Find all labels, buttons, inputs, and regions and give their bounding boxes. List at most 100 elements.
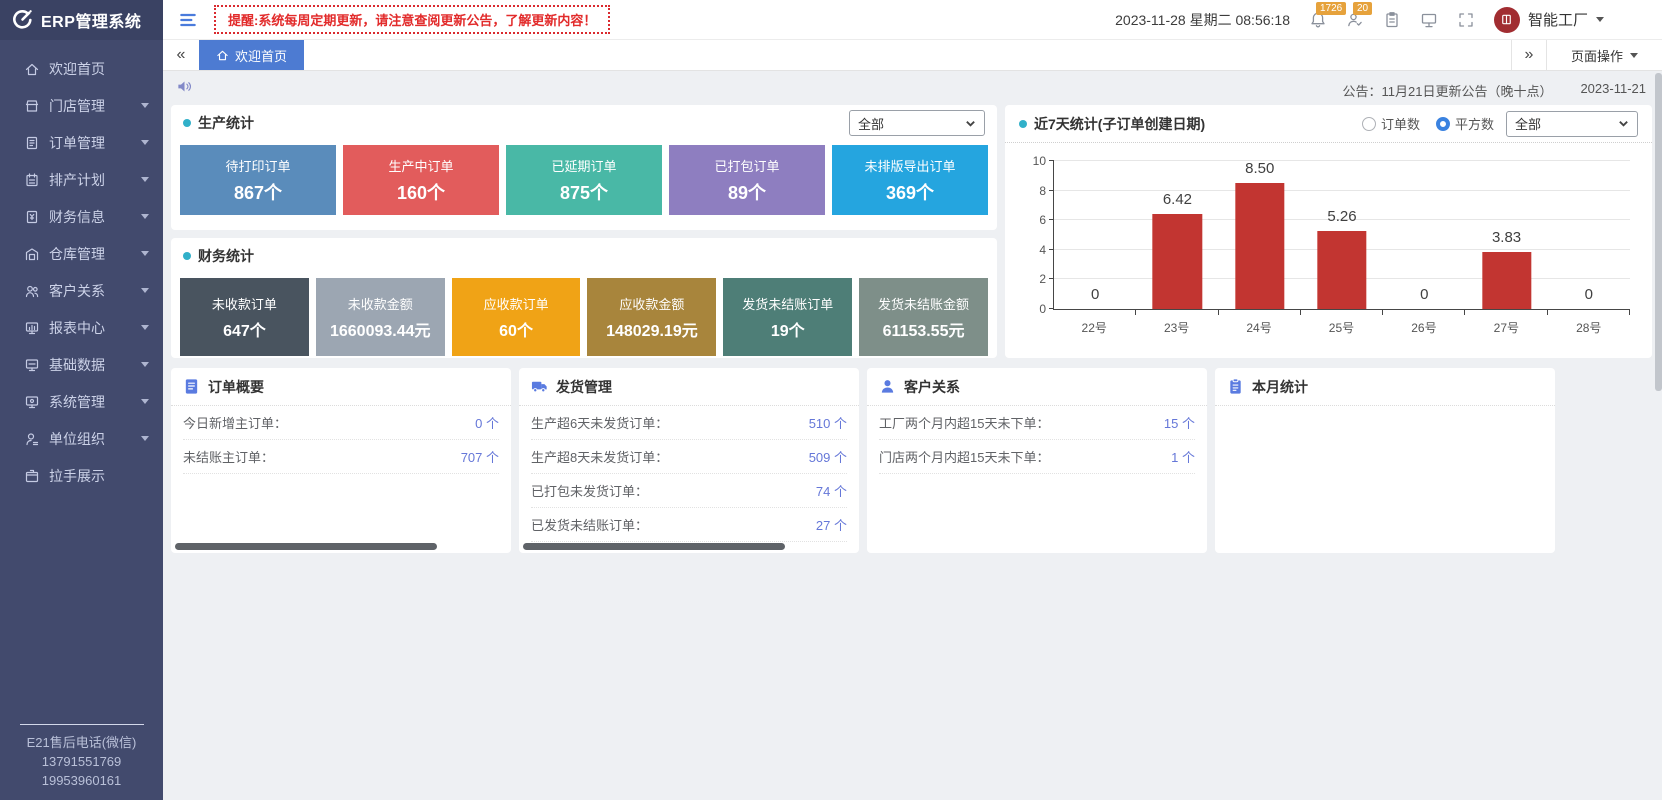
monitor-gear-icon — [24, 394, 40, 410]
sidebar-item-plan[interactable]: 排产计划 — [0, 161, 163, 198]
sidebar-item-label: 排产计划 — [49, 170, 141, 190]
menu-collapse-icon[interactable] — [178, 10, 198, 30]
x-axis-label: 24号 — [1218, 319, 1300, 336]
announcement-date: 2023-11-21 — [1580, 81, 1646, 100]
account-menu[interactable]: 智能工厂 — [1494, 7, 1604, 33]
summary-row-value-link[interactable]: 510 个 — [809, 413, 847, 432]
sidebar-item-customer[interactable]: 客户关系 — [0, 272, 163, 309]
monitor-icon[interactable] — [1420, 11, 1438, 29]
speaker-icon[interactable] — [176, 78, 193, 95]
stat-card-value: 369个 — [886, 179, 934, 205]
sidebar-item-data[interactable]: 基础数据 — [0, 346, 163, 383]
sidebar-item-label: 财务信息 — [49, 207, 141, 227]
chevron-down-icon — [1596, 17, 1604, 22]
finance-stat-card[interactable]: 未收款订单647个 — [180, 278, 309, 356]
avatar — [1494, 7, 1520, 33]
chart-bar-slot: 8.50 — [1219, 161, 1301, 309]
stat-card-label: 已打包订单 — [714, 156, 779, 175]
system-notice[interactable]: 提醒:系统每周定期更新，请注意查阅更新公告，了解更新内容！ — [214, 5, 610, 34]
chevron-down-icon — [1630, 53, 1638, 58]
bell-icon[interactable]: 1726 — [1309, 11, 1327, 29]
summary-row-value-link[interactable]: 707 个 — [461, 447, 499, 466]
tab-welcome-home[interactable]: 欢迎首页 — [199, 40, 304, 70]
home-icon — [216, 49, 229, 62]
sidebar-item-order[interactable]: 订单管理 — [0, 124, 163, 161]
chart-bar — [1482, 252, 1531, 309]
horizontal-scrollbar-thumb[interactable] — [175, 543, 437, 550]
chart-filter-select[interactable]: 全部 — [1506, 111, 1638, 137]
panel-shipping: 发货管理生产超6天未发货订单：510 个生产超8天未发货订单：509 个已打包未… — [519, 368, 859, 553]
chart-bar-slot: 5.26 — [1301, 161, 1383, 309]
finance-stat-card[interactable]: 应收款订单60个 — [452, 278, 581, 356]
summary-row-value-link[interactable]: 15 个 — [1164, 413, 1195, 432]
vertical-scrollbar-thumb[interactable] — [1655, 73, 1662, 391]
production-filter-select[interactable]: 全部 — [849, 110, 985, 136]
panel-title: 订单概要 — [208, 377, 264, 397]
logo-icon — [10, 8, 34, 32]
horizontal-scrollbar-thumb[interactable] — [523, 543, 785, 550]
radio-dot-icon — [1362, 117, 1376, 131]
summary-row-value-link[interactable]: 1 个 — [1171, 447, 1195, 466]
sidebar-item-label: 基础数据 — [49, 355, 141, 375]
stat-card-label: 发货未结账订单 — [742, 294, 833, 313]
sidebar-item-warehouse[interactable]: 仓库管理 — [0, 235, 163, 272]
chevron-down-icon — [141, 140, 149, 145]
sidebar-item-finance[interactable]: 财务信息 — [0, 198, 163, 235]
sidebar-item-report[interactable]: 报表中心 — [0, 309, 163, 346]
showcase-icon — [24, 468, 40, 484]
production-stat-card[interactable]: 未排版导出订单369个 — [832, 145, 988, 215]
sidebar-item-label: 拉手展示 — [49, 466, 149, 486]
chart-bar-value: 8.50 — [1245, 160, 1274, 177]
chart-bar-slot: 0 — [1548, 161, 1630, 309]
y-axis-label: 6 — [1039, 213, 1046, 227]
summary-row-value-link[interactable]: 509 个 — [809, 447, 847, 466]
summary-row-value-link[interactable]: 27 个 — [816, 515, 847, 534]
fullscreen-icon[interactable] — [1457, 11, 1475, 29]
production-stat-card[interactable]: 生产中订单160个 — [343, 145, 499, 215]
chevron-down-icon — [141, 399, 149, 404]
tabs-scroll-right-icon[interactable]: » — [1511, 40, 1547, 70]
radio-selected[interactable]: 平方数 — [1436, 114, 1494, 133]
production-stats-title: 生产统计 — [198, 113, 254, 133]
sidebar-item-system[interactable]: 系统管理 — [0, 383, 163, 420]
sidebar-item-label: 订单管理 — [49, 133, 141, 153]
finance-stats-header: 财务统计 — [171, 238, 997, 274]
summary-row-label: 生产超8天未发货订单： — [531, 447, 668, 466]
sidebar-item-display[interactable]: 拉手展示 — [0, 457, 163, 494]
finance-stat-card[interactable]: 发货未结账订单19个 — [723, 278, 852, 356]
y-axis-label: 8 — [1039, 184, 1046, 198]
radio-option[interactable]: 订单数 — [1362, 114, 1420, 133]
sidebar-item-store[interactable]: 门店管理 — [0, 87, 163, 124]
finance-stats-panel: 财务统计 未收款订单647个未收款金额1660093.44元应收款订单60个应收… — [171, 238, 997, 358]
production-stat-card[interactable]: 待打印订单867个 — [180, 145, 336, 215]
production-stat-card[interactable]: 已延期订单875个 — [506, 145, 662, 215]
summary-row: 工厂两个月内超15天未下单：15 个 — [879, 406, 1195, 440]
summary-row: 生产超6天未发货订单：510 个 — [531, 406, 847, 440]
production-stat-card[interactable]: 已打包订单89个 — [669, 145, 825, 215]
chart-bar-value: 3.83 — [1492, 229, 1521, 246]
chart-title: 近7天统计(子订单创建日期) — [1034, 114, 1205, 134]
sidebar-item-label: 系统管理 — [49, 392, 141, 412]
announcement-link[interactable]: 公告：11月21日更新公告（晚十点） — [1342, 81, 1552, 100]
finance-stat-card[interactable]: 发货未结账金额61153.55元 — [859, 278, 988, 356]
summary-row-label: 已发货未结账订单： — [531, 515, 648, 534]
clipboard-icon[interactable] — [1383, 11, 1401, 29]
stat-card-value: 148029.19元 — [606, 317, 698, 341]
chevron-down-icon — [141, 325, 149, 330]
page-actions-menu[interactable]: 页面操作 — [1547, 40, 1662, 70]
summary-row-value-link[interactable]: 74 个 — [816, 481, 847, 500]
user-check-icon[interactable]: 20 — [1346, 11, 1364, 29]
finance-stat-card[interactable]: 应收款金额148029.19元 — [587, 278, 716, 356]
x-axis-label: 27号 — [1465, 319, 1547, 336]
sidebar-item-label: 门店管理 — [49, 96, 141, 116]
chevron-down-icon — [141, 362, 149, 367]
sidebar-item-label: 欢迎首页 — [49, 59, 149, 79]
finance-stat-card[interactable]: 未收款金额1660093.44元 — [316, 278, 445, 356]
app-title: ERP管理系统 — [41, 8, 141, 32]
sidebar-item-home[interactable]: 欢迎首页 — [0, 50, 163, 87]
app-logo: ERP管理系统 — [0, 0, 163, 40]
warehouse-icon — [24, 246, 40, 262]
sidebar-item-org[interactable]: 单位组织 — [0, 420, 163, 457]
summary-row-value-link[interactable]: 0 个 — [475, 413, 499, 432]
tabs-scroll-left-icon[interactable]: « — [163, 40, 199, 70]
